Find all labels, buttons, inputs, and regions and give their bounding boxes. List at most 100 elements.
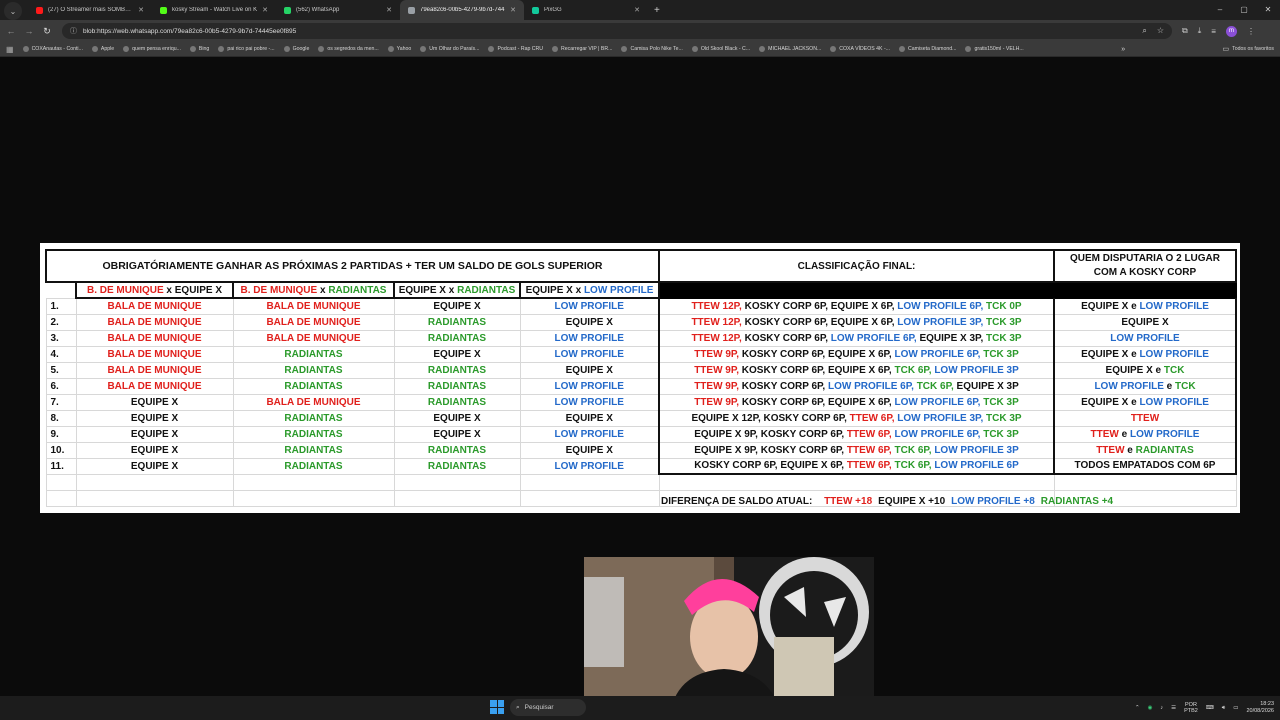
bookmark-item[interactable]: Yahoo [387,46,411,52]
profile-avatar[interactable]: m [1225,25,1237,37]
classification-part: LOW PROFILE 3P [934,364,1019,376]
apps-grid-icon[interactable]: ▦ [6,45,14,54]
second-place-part: LOW PROFILE [1130,428,1200,440]
tab-close-icon[interactable]: ✕ [634,6,640,14]
browser-tab[interactable]: (562) WhatsApp ✕ [276,0,400,20]
bookmark-item[interactable]: COXAnautas - Conti... [22,46,83,52]
minimize-button[interactable]: – [1208,0,1232,20]
classification-cell: TTEW 12P, KOSKY CORP 6P, LOW PROFILE 6P,… [658,329,1055,347]
bookmark-item[interactable]: MICHAEL JACKSON... [759,46,821,52]
keyboard-language[interactable]: POR PTB2 [1184,702,1198,715]
clock[interactable]: 18:23 20/08/2026 [1246,701,1274,715]
bookmark-item[interactable]: Um Olhar do Paraís... [420,46,479,52]
tray-app-icon[interactable]: ◉ [1148,705,1153,711]
back-icon[interactable]: ← [2,26,20,36]
bookmark-favicon-icon [91,46,98,52]
forward-icon[interactable]: → [20,26,38,36]
match-result-cell: RADIANTAS [393,441,521,459]
browser-tab[interactable]: (27) O Streamer mais SOMBRIO ✕ [28,0,152,20]
classification-part: KOSKY CORP 6P, [739,380,828,392]
second-place-part: LOW PROFILE [1094,380,1167,392]
bookmark-item[interactable]: Camiseta Diamond... [899,46,956,52]
bookmark-label: Google [292,46,310,52]
second-place-part: LOW PROFILE [1139,300,1209,312]
tray-wifi-icon[interactable]: ☰ [1171,705,1176,711]
goal-difference-values: TTEW +18 EQUIPE X +10 LOW PROFILE +8 RADIAN… [824,496,1119,507]
bookmark-star-icon[interactable]: ☆ [1157,26,1164,36]
zoom-icon[interactable]: ⌕ [1142,26,1146,36]
bookmark-item[interactable]: gratis150ml - VELH... [965,46,1024,52]
classification-part: TTEW 6P, [846,444,895,456]
match-result-cell: RADIANTAS [393,361,521,379]
bookmark-favicon-icon [218,46,225,52]
black-header-band [1053,281,1237,299]
tray-chevron-icon[interactable]: ⌃ [1135,705,1140,711]
tab-close-icon[interactable]: ✕ [262,6,268,14]
site-info-icon[interactable]: ⓘ [70,26,77,36]
empty-cell [232,489,395,507]
second-place-part: e [1127,444,1136,456]
match-result-cell: BALA DE MUNIQUE [75,297,234,315]
media-icon[interactable]: ≡ [1211,27,1216,36]
reload-icon[interactable]: ↻ [38,26,56,37]
bookmark-item[interactable]: quem pensa enriqu... [123,46,181,52]
bookmark-list: COXAnautas - Conti... Apple quem pensa enr… [22,46,1024,52]
bookmark-item[interactable]: os segredos da men... [318,46,379,52]
all-bookmarks-folder[interactable]: ▭ Todos os favoritos [1223,45,1274,53]
tab-close-icon[interactable]: ✕ [510,6,516,14]
bookmark-favicon-icon [283,46,290,52]
menu-kebab-icon[interactable]: ⋮ [1247,27,1255,36]
match-result-cell: RADIANTAS [393,377,521,395]
address-bar[interactable]: ⓘ blob:https://web.whatsapp.com/79ea82c6… [62,23,1172,39]
bookmark-item[interactable]: Old Skool Black - C... [691,46,750,52]
taskbar-search[interactable]: ⌕ Pesquisar [510,699,586,716]
bookmark-item[interactable]: Google [283,46,310,52]
bookmark-label: Camiseta Diamond... [908,46,957,52]
tab-close-icon[interactable]: ✕ [138,6,144,14]
tab-title: 79ea82c6-00b5-4279-9b7d-744 [420,7,505,13]
start-windows-icon[interactable] [490,700,504,714]
row-number: 4. [45,345,77,363]
bookmark-item[interactable]: Podcast - Rap CRU [488,46,543,52]
tray-mic-icon[interactable]: ♪ [1160,705,1163,711]
bookmark-item[interactable]: COXA VÍDEOS 4K -... [830,46,890,52]
close-window-button[interactable]: ✕ [1256,0,1280,20]
second-place-part: TODOS EMPATADOS COM 6P [1074,460,1216,472]
network-icon[interactable]: ⌨ [1206,705,1214,711]
bookmark-label: Apple [100,46,115,52]
classification-cell: TTEW 9P, KOSKY CORP 6P, LOW PROFILE 6P, … [658,377,1055,395]
extensions-icon[interactable]: ⧉ [1182,26,1188,36]
match-result-cell: EQUIPE X [75,441,234,459]
new-tab-button[interactable]: + [654,0,660,20]
browser-tab[interactable]: kosky Stream - Watch Live on K ✕ [152,0,276,20]
volume-icon[interactable]: 🔊︎ [1222,705,1225,712]
tab-favicon-icon [284,6,291,14]
goal-difference-line: DIFERENÇA DE SALDO ATUAL: TTEW +18 EQUIPE… [661,496,1125,507]
second-place-part: TTEW [1096,444,1128,456]
browser-tab[interactable]: 79ea82c6-00b5-4279-9b7d-744 ✕ [400,0,524,20]
standings-table: OBRIGATÓRIAMENTE GANHAR AS PRÓXIMAS 2 PA… [45,249,1237,507]
tab-search-button[interactable]: ⌄ [4,2,22,20]
bookmark-item[interactable]: pai rico pai pobre -... [218,46,275,52]
bookmark-favicon-icon [621,46,628,52]
table-row: 4. BALA DE MUNIQUE RADIANTAS EQUIPE X LOW PR… [45,345,1237,363]
download-icon[interactable]: ⤓ [1198,26,1202,36]
table-row: 3. BALA DE MUNIQUE BALA DE MUNIQUE RADIANTA… [45,329,1237,347]
bookmarks-bar: ▦ COXAnautas - Conti... Apple quem pensa e… [0,42,1280,57]
bookmark-item[interactable]: Camisa Polo Nike Te... [621,46,683,52]
battery-icon[interactable]: ▭ [1233,705,1238,711]
bookmark-item[interactable]: Apple [91,46,115,52]
browser-tab[interactable]: PixGG ✕ [524,0,648,20]
goal-difference-value: TTEW +18 [824,496,873,507]
tab-close-icon[interactable]: ✕ [386,6,392,14]
classification-part: KOSKY CORP 6P, EQUIPE X 6P, [739,348,895,360]
matchup-header-part: x [163,284,175,296]
more-bookmarks-icon[interactable]: » [1121,46,1125,53]
bookmark-item[interactable]: Recarregar VIP | BR... [552,46,612,52]
classification-part: KOSKY CORP 6P, EQUIPE X 6P, [741,316,898,328]
maximize-button[interactable]: ▢ [1232,0,1256,20]
match-result-cell: EQUIPE X [519,409,660,427]
empty-cell [45,489,77,507]
bookmark-item[interactable]: Bing [189,46,209,52]
bookmark-label: Podcast - Rap CRU [497,46,544,52]
